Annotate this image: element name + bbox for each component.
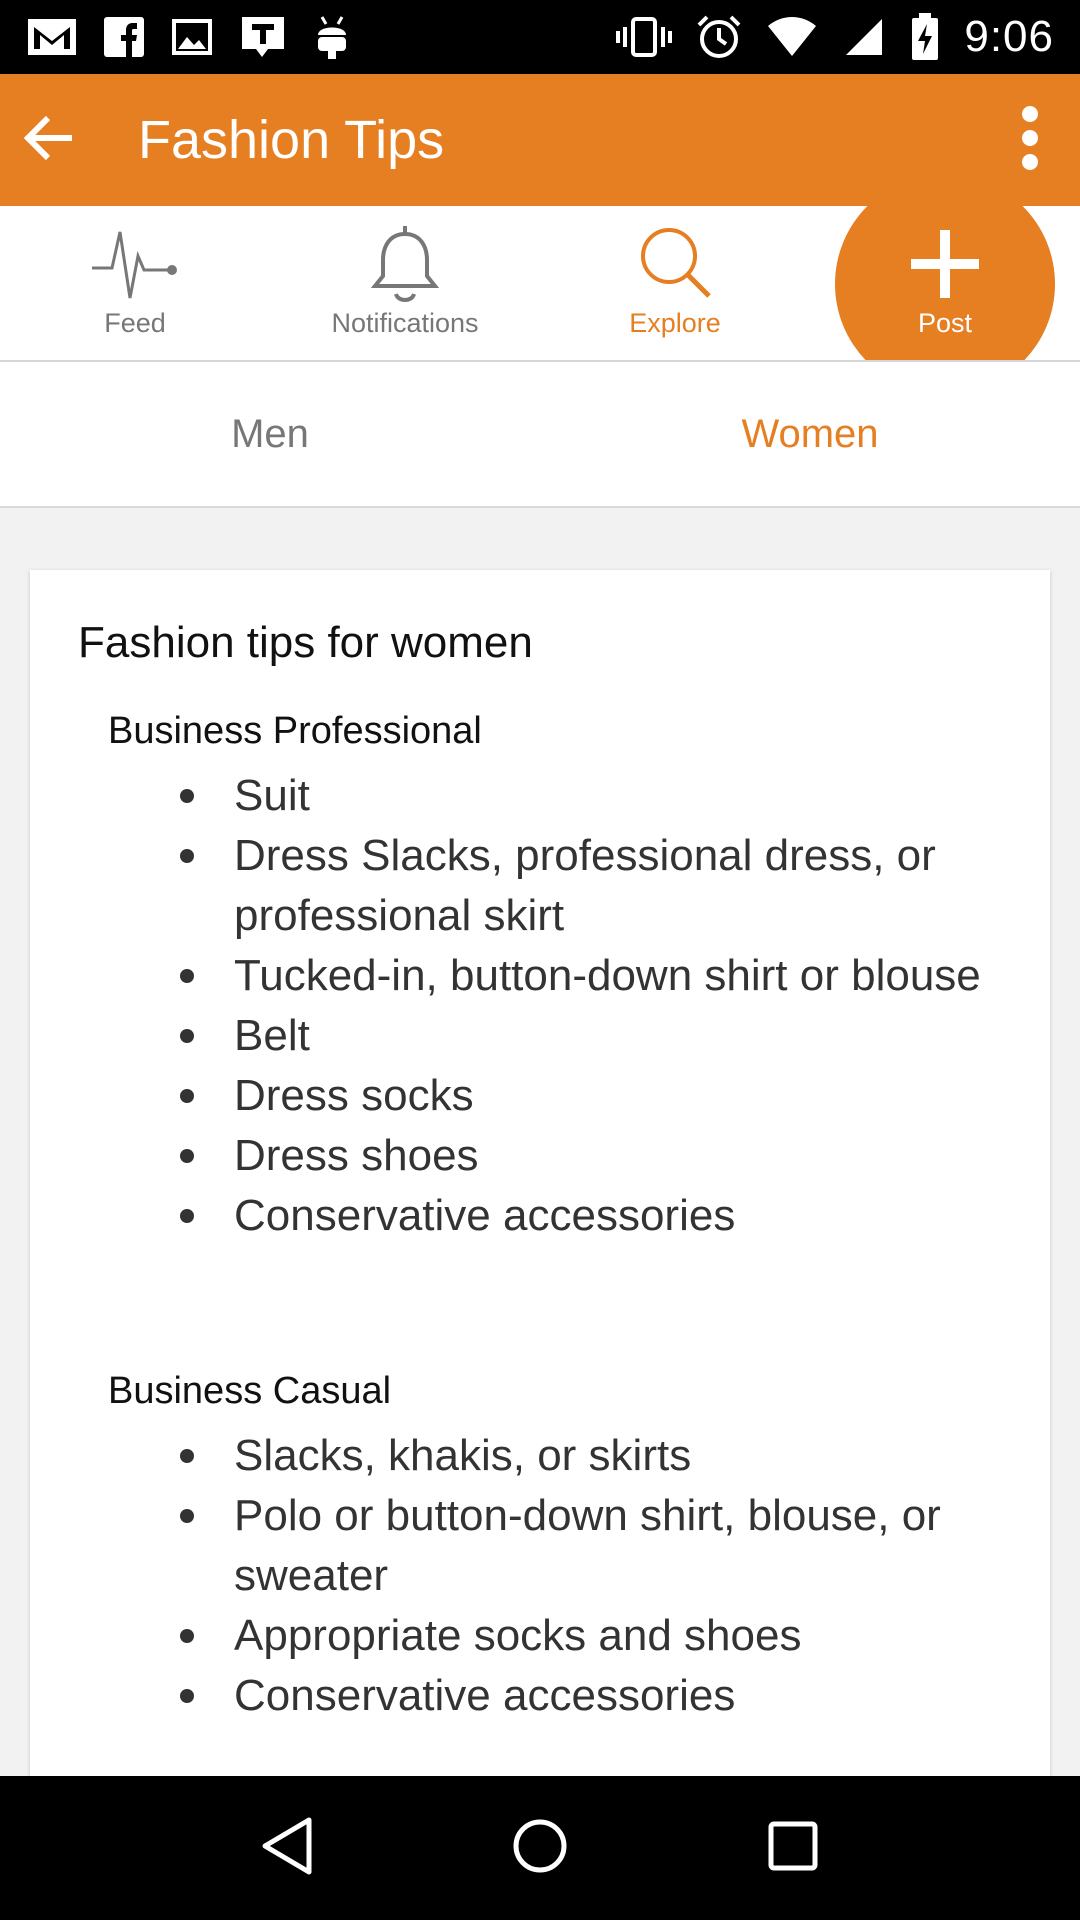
- arrow-left-icon: [23, 114, 76, 167]
- gmail-icon: [26, 12, 78, 62]
- app-bar: Fashion Tips: [0, 74, 1080, 206]
- list-item: Dress Slacks, professional dress, or pro…: [148, 826, 988, 946]
- bullet-list: Suit Dress Slacks, professional dress, o…: [148, 766, 988, 1246]
- android-icon: [312, 12, 352, 62]
- segment-tabs: Men Women: [0, 362, 1080, 508]
- list-item: Dress shoes: [148, 1126, 988, 1186]
- status-time: 9:06: [964, 12, 1054, 61]
- system-back-button[interactable]: [237, 1798, 337, 1898]
- tips-card: Fashion tips for women Business Professi…: [30, 570, 1050, 1810]
- system-home-button[interactable]: [490, 1798, 590, 1898]
- list-item: Appropriate socks and shoes: [148, 1606, 988, 1666]
- content-area[interactable]: Fashion tips for women Business Professi…: [0, 508, 1080, 1810]
- signal-icon: [842, 12, 886, 62]
- system-nav-bar: [0, 1776, 1080, 1920]
- status-bar: 9:06: [0, 0, 1080, 74]
- card-title: Fashion tips for women: [78, 618, 533, 667]
- tab-post[interactable]: Post: [835, 224, 1055, 339]
- list-item: Conservative accessories: [148, 1666, 988, 1726]
- list-item: Dress socks: [148, 1066, 988, 1126]
- tab-women[interactable]: Women: [540, 362, 1080, 506]
- list-item: Conservative accessories: [148, 1186, 988, 1246]
- app-title: Fashion Tips: [138, 110, 445, 170]
- list-item: Belt: [148, 1006, 988, 1066]
- facebook-icon: [102, 12, 146, 62]
- vibrate-icon: [616, 12, 673, 62]
- list-item: Suit: [148, 766, 988, 826]
- alarm-icon: [696, 12, 742, 62]
- tab-post-label: Post: [917, 308, 973, 338]
- image-icon: [170, 12, 214, 62]
- bullet-list: Slacks, khakis, or skirts Polo or button…: [148, 1426, 988, 1726]
- t-app-icon: [238, 12, 288, 62]
- more-vertical-icon: [1020, 105, 1040, 176]
- status-right-icons: 9:06: [616, 12, 1054, 62]
- tab-men[interactable]: Men: [0, 362, 540, 506]
- list-item: Slacks, khakis, or skirts: [148, 1426, 988, 1486]
- home-circle-icon: [510, 1816, 570, 1881]
- recents-square-icon: [765, 1818, 821, 1879]
- wifi-icon: [766, 12, 818, 62]
- list-item: Tucked-in, button-down shirt or blouse: [148, 946, 988, 1006]
- section-heading: Business Casual: [108, 1370, 392, 1412]
- post-button-area: Post: [0, 206, 1080, 360]
- overflow-menu-button[interactable]: [980, 74, 1080, 206]
- back-button[interactable]: [0, 74, 100, 206]
- back-triangle-icon: [257, 1814, 317, 1883]
- status-left-icons: [26, 12, 352, 62]
- screen: 9:06 Fashion Tips Feed Notifications Exp…: [0, 0, 1080, 1920]
- plus-icon: [907, 224, 983, 304]
- battery-charging-icon: [910, 12, 940, 62]
- section-heading: Business Professional: [108, 710, 482, 752]
- system-recents-button[interactable]: [743, 1798, 843, 1898]
- list-item: Polo or button-down shirt, blouse, or sw…: [148, 1486, 988, 1606]
